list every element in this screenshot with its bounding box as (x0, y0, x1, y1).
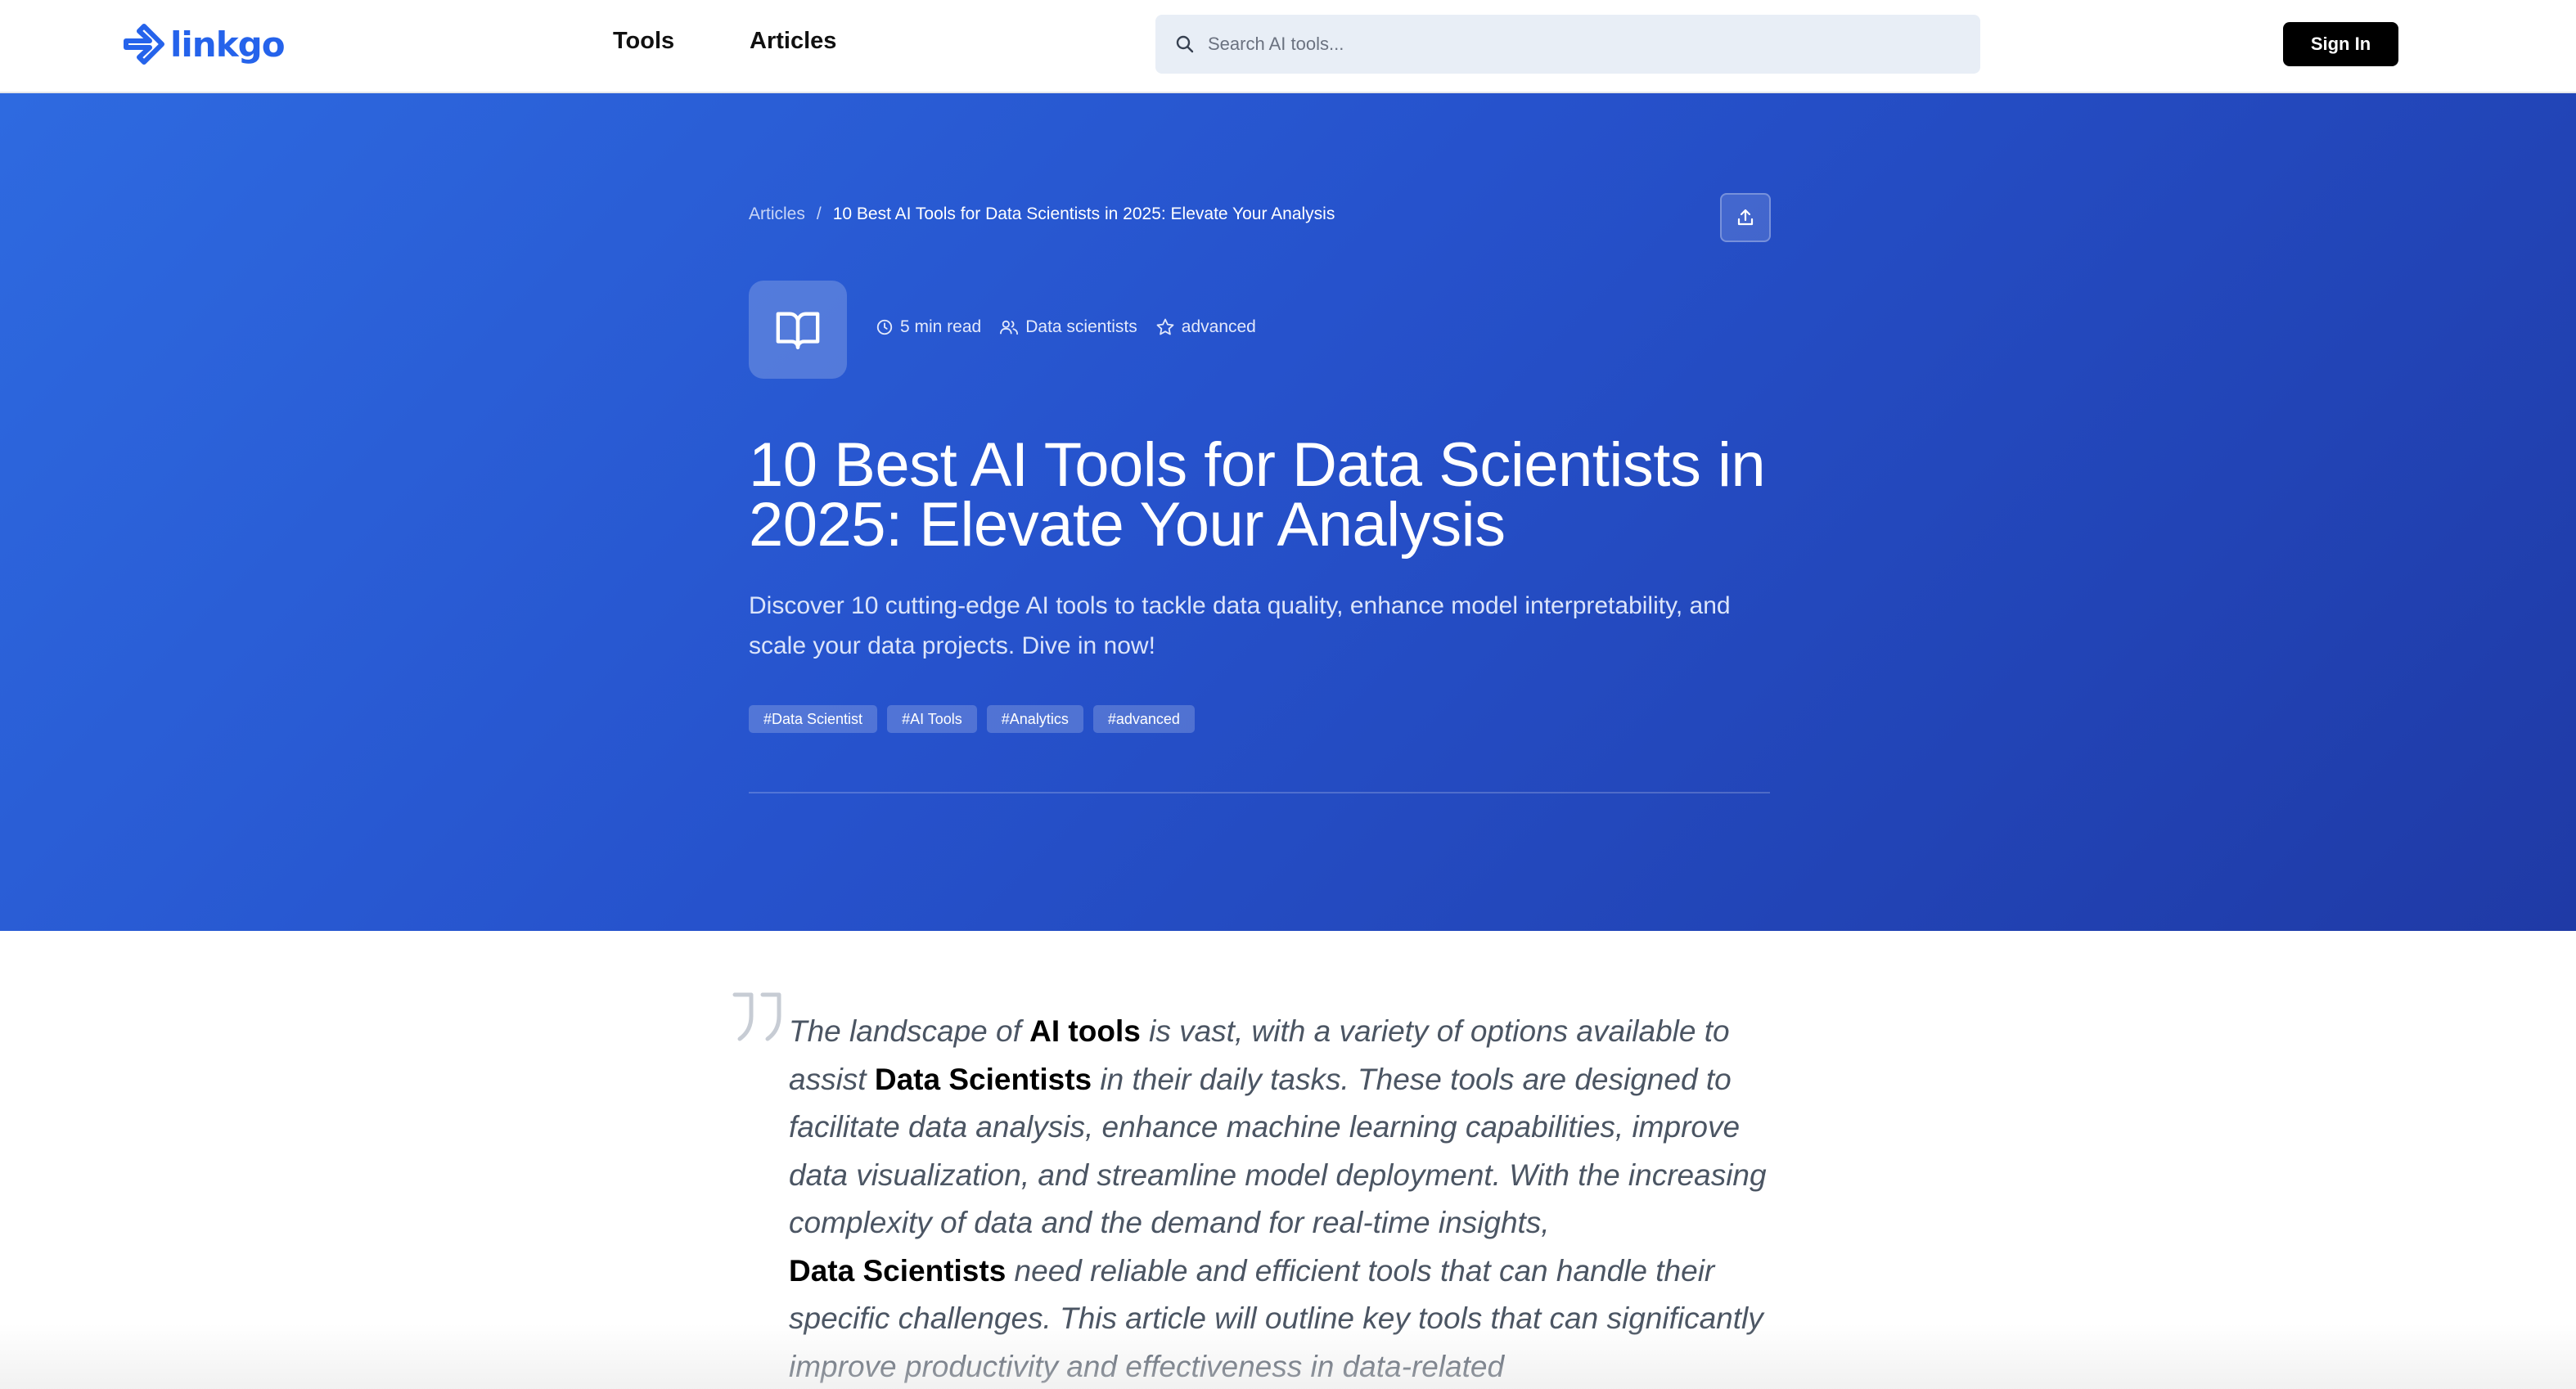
book-open-icon (776, 312, 820, 349)
article-meta: 5 min read Data scientists advanced (876, 317, 1256, 337)
quote-icon (732, 992, 781, 1041)
breadcrumb-separator: / (816, 205, 822, 223)
search-input[interactable] (1208, 34, 1944, 55)
nav-articles[interactable]: Articles (750, 28, 836, 55)
search-bar[interactable] (1155, 15, 1980, 74)
logo-arrow-icon (124, 24, 164, 65)
article-intro-quote: The landscape of AI tools is vast, with … (789, 1008, 1771, 1389)
sign-in-button[interactable]: Sign In (2283, 22, 2398, 66)
tag-advanced[interactable]: #advanced (1092, 705, 1195, 733)
site-header: linkgo Tools Articles Sign In (0, 0, 2576, 93)
share-button[interactable] (1720, 193, 1771, 242)
hero-divider (749, 792, 1770, 793)
breadcrumb: Articles / 10 Best AI Tools for Data Sci… (749, 205, 1335, 224)
article-title: 10 Best AI Tools for Data Scientists in … (749, 430, 1766, 560)
quote-text: The landscape of (789, 1014, 1030, 1048)
tag-list: #Data Scientist #AI Tools #Analytics #ad… (749, 705, 1195, 733)
users-icon (1000, 320, 1019, 335)
breadcrumb-current: 10 Best AI Tools for Data Scientists in … (832, 205, 1335, 223)
quote-highlight: Data Scientists (789, 1253, 1007, 1288)
search-icon (1176, 35, 1194, 53)
quote-highlight: Data Scientists (874, 1062, 1092, 1096)
audience-text: Data scientists (1025, 317, 1137, 336)
article-subtitle: Discover 10 cutting-edge AI tools to tac… (749, 592, 1731, 659)
star-icon (1156, 318, 1174, 335)
share-icon (1737, 209, 1754, 226)
article-type-badge (749, 281, 847, 379)
read-time: 5 min read (876, 317, 981, 337)
article-hero: Articles / 10 Best AI Tools for Data Sci… (0, 93, 2576, 931)
logo[interactable]: linkgo (123, 20, 286, 69)
level-text: advanced (1181, 317, 1256, 336)
logo-text: linkgo (170, 24, 286, 65)
tag-analytics[interactable]: #Analytics (986, 705, 1083, 733)
read-time-text: 5 min read (900, 317, 982, 336)
tag-ai-tools[interactable]: #AI Tools (887, 705, 977, 733)
quote-highlight: AI tools (1029, 1014, 1141, 1048)
breadcrumb-articles[interactable]: Articles (749, 205, 805, 224)
nav-tools[interactable]: Tools (613, 28, 674, 55)
audience: Data scientists (999, 317, 1137, 337)
clock-icon (876, 319, 893, 335)
tag-data-scientist[interactable]: #Data Scientist (749, 705, 878, 733)
level: advanced (1155, 317, 1256, 337)
